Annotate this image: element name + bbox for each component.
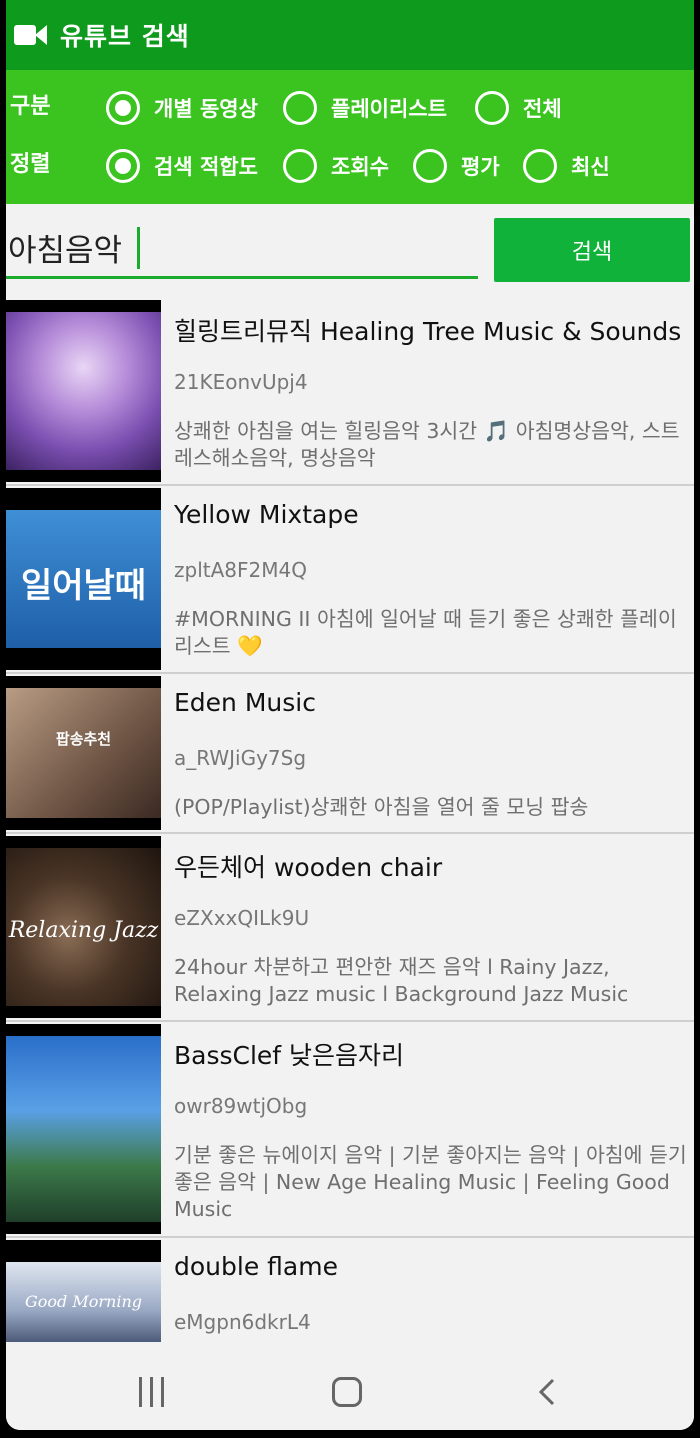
sort-option-rating[interactable]: 평가 <box>413 140 500 192</box>
video-id: 21KEonvUpj4 <box>174 370 308 394</box>
filter-panel: 구분 개별 동영상 플레이리스트 전체 정렬 검색 적합도 조회수 평가 최신 <box>6 70 694 204</box>
type-filter-row: 구분 개별 동영상 플레이리스트 전체 <box>6 82 694 134</box>
channel-name: 우든체어 wooden chair <box>174 853 443 882</box>
channel-name: 힐링트리뮤직 Healing Tree Music & Sounds <box>174 317 682 346</box>
type-option-individual[interactable]: 개별 동영상 <box>106 82 258 134</box>
video-description: (POP/Playlist)상쾌한 아침을 열어 줄 모닝 팝송 <box>174 795 589 819</box>
result-item[interactable]: 팝송추천 Eden Music a_RWJiGy7Sg (POP/Playlis… <box>6 674 694 834</box>
app-title: 유튜브 검색 <box>60 22 190 51</box>
video-thumbnail[interactable] <box>6 300 161 482</box>
radio-unchecked-icon[interactable] <box>283 149 317 183</box>
sort-option-latest[interactable]: 최신 <box>523 140 610 192</box>
result-item[interactable]: 힐링트리뮤직 Healing Tree Music & Sounds 21KEo… <box>6 298 694 486</box>
home-icon[interactable] <box>332 1377 362 1407</box>
sort-filter-row: 정렬 검색 적합도 조회수 평가 최신 <box>6 140 694 192</box>
video-description: 기분 좋은 뉴에이지 음악 | 기분 좋아지는 음악 | 아침에 듣기 좋은 음… <box>174 1143 687 1221</box>
video-description: #MORNING II 아침에 일어날 때 듣기 좋은 상쾌한 플레이리스트 💛 <box>174 607 677 658</box>
thumbnail-text: Good Morning <box>24 1292 142 1311</box>
video-thumbnail[interactable]: 팝송추천 <box>6 676 161 830</box>
type-filter-label: 구분 <box>10 94 51 119</box>
video-thumbnail[interactable]: 일어날때 <box>6 488 161 670</box>
channel-name: BassClef 낮은음자리 <box>174 1041 405 1070</box>
app-bar: 유튜브 검색 <box>6 0 694 70</box>
channel-name: double flame <box>174 1252 338 1281</box>
radio-unchecked-icon[interactable] <box>283 91 317 125</box>
radio-unchecked-icon[interactable] <box>413 149 447 183</box>
video-thumbnail[interactable] <box>6 1024 161 1234</box>
video-thumbnail[interactable]: Good Morning <box>6 1240 161 1342</box>
video-camera-icon <box>14 22 48 48</box>
video-id: owr89wtjObg <box>174 1094 308 1118</box>
back-icon[interactable] <box>533 1377 563 1407</box>
video-id: a_RWJiGy7Sg <box>174 746 307 770</box>
video-thumbnail[interactable]: Relaxing Jazz <box>6 836 161 1018</box>
text-caret <box>137 227 140 269</box>
thumbnail-text: Relaxing Jazz <box>8 918 159 943</box>
type-option-playlist[interactable]: 플레이리스트 <box>283 82 447 134</box>
result-item[interactable]: Relaxing Jazz 우든체어 wooden chair eZXxxQIL… <box>6 834 694 1022</box>
search-input[interactable] <box>6 218 478 276</box>
video-id: eZXxxQILk9U <box>174 906 310 930</box>
sort-option-relevance[interactable]: 검색 적합도 <box>106 140 258 192</box>
result-item[interactable]: BassClef 낮은음자리 owr89wtjObg 기분 좋은 뉴에이지 음악… <box>6 1022 694 1238</box>
sort-option-views[interactable]: 조회수 <box>283 140 389 192</box>
radio-checked-icon[interactable] <box>106 149 140 183</box>
search-input-underline <box>6 276 478 279</box>
thumbnail-text: 일어날때 <box>20 566 147 606</box>
thumbnail-text: 팝송추천 <box>55 730 112 748</box>
video-id: zpltA8F2M4Q <box>174 558 307 582</box>
type-option-all[interactable]: 전체 <box>475 82 562 134</box>
channel-name: Eden Music <box>174 688 316 717</box>
video-description: 24hour 차분하고 편안한 재즈 음악 l Rainy Jazz, Rela… <box>174 955 629 1006</box>
sort-filter-label: 정렬 <box>10 152 51 177</box>
video-description: 상쾌한 아침을 여는 힐링음악 3시간 🎵 아침명상음악, 스트레스해소음악, … <box>174 419 680 470</box>
radio-unchecked-icon[interactable] <box>523 149 557 183</box>
recent-apps-icon[interactable] <box>137 1377 167 1407</box>
result-item[interactable]: 일어날때 Yellow Mixtape zpltA8F2M4Q #MORNING… <box>6 486 694 674</box>
video-id: eMgpn6dkrL4 <box>174 1310 311 1334</box>
search-button[interactable]: 검색 <box>494 218 690 282</box>
radio-checked-icon[interactable] <box>106 91 140 125</box>
channel-name: Yellow Mixtape <box>174 500 359 529</box>
app-screen: 유튜브 검색 구분 개별 동영상 플레이리스트 전체 정렬 검색 적합도 조회수… <box>6 0 694 1430</box>
result-item[interactable]: Good Morning double flame eMgpn6dkrL4 <box>6 1238 694 1342</box>
radio-unchecked-icon[interactable] <box>475 91 509 125</box>
